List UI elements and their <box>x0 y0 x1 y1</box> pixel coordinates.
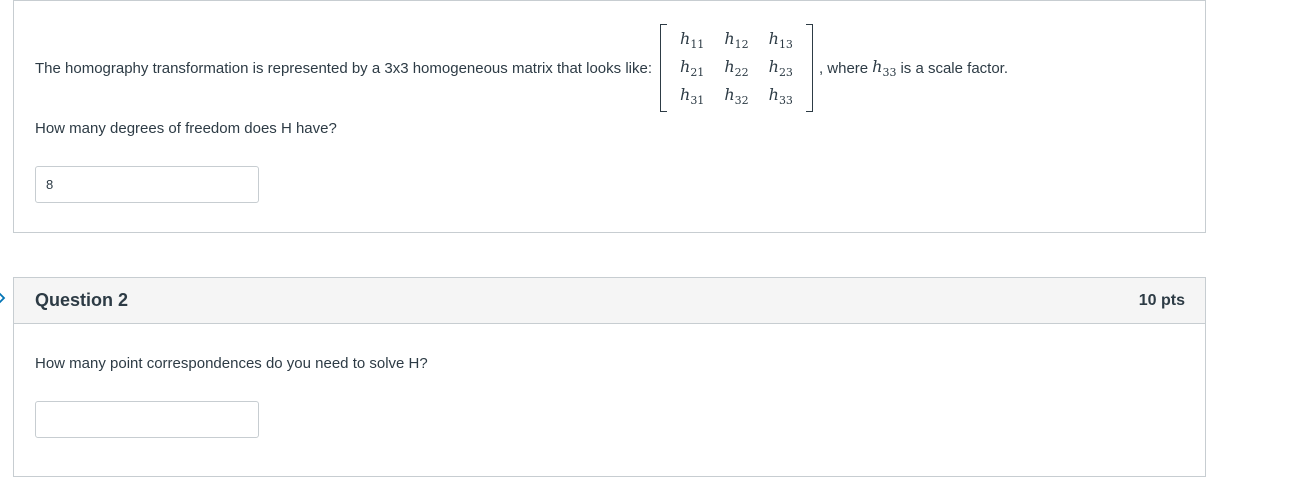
matrix-cell: h31 <box>680 85 705 108</box>
matrix-cell: h13 <box>768 28 793 51</box>
question-2-header: Question 2 10 pts <box>14 278 1205 324</box>
chevron-right-icon[interactable] <box>0 290 6 306</box>
matrix-cell: h21 <box>680 56 705 80</box>
matrix-cell: h11 <box>680 28 705 51</box>
matrix-table: h11 h12 h13 h21 h22 h23 h31 h32 h33 <box>670 26 803 111</box>
stem-text-before: The homography transformation is represe… <box>35 59 652 77</box>
question-1-prompt: How many degrees of freedom does H have? <box>35 120 337 137</box>
question-1-stem: The homography transformation is represe… <box>35 23 1009 112</box>
question-1-card: The homography transformation is represe… <box>13 0 1206 233</box>
question-1-answer-input[interactable] <box>35 166 259 203</box>
stem-text-after-suffix: is a scale factor. <box>900 59 1009 77</box>
matrix-cell: h12 <box>724 28 749 51</box>
question-2-prompt: How many point correspondences do you ne… <box>35 355 428 372</box>
matrix-cell: h23 <box>768 56 793 80</box>
question-2-card: Question 2 10 pts How many point corresp… <box>13 277 1206 477</box>
question-2-answer-input[interactable] <box>35 401 259 438</box>
homography-matrix: h11 h12 h13 h21 h22 h23 h31 h32 h33 <box>660 23 813 113</box>
question-title: Question 2 <box>35 290 129 310</box>
question-points: 10 pts <box>1138 291 1185 309</box>
stem-text-after-prefix: , where <box>818 59 869 77</box>
matrix-cell: h22 <box>724 56 749 80</box>
matrix-cell: h33 <box>768 85 793 108</box>
matrix-cell: h32 <box>724 85 749 108</box>
scale-variable: h33 <box>872 56 897 80</box>
